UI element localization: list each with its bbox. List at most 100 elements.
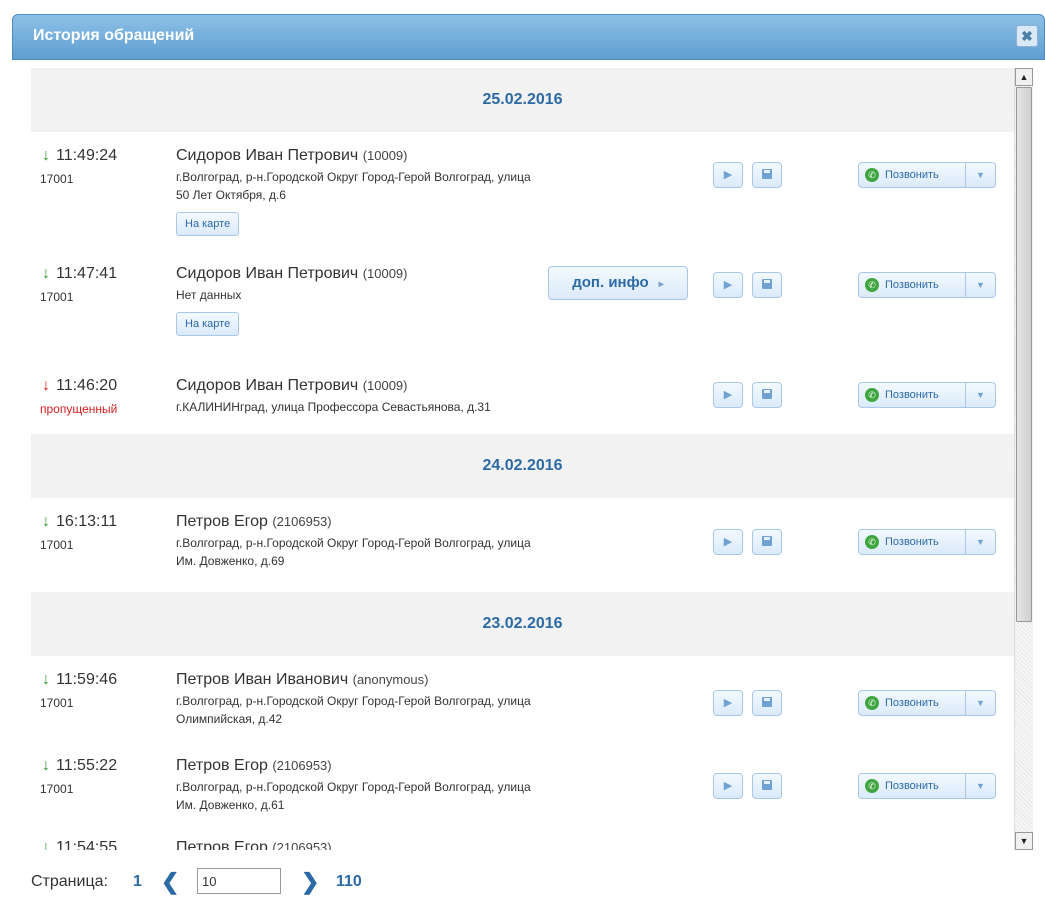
date-header: 25.02.2016	[31, 68, 1014, 132]
call-options-dropdown[interactable]: ▼	[966, 773, 996, 799]
close-icon: ✖	[1021, 28, 1033, 44]
phone-icon: ✆	[865, 278, 879, 292]
play-recording-button[interactable]: ▶	[713, 162, 743, 188]
caller-name: Петров Егор (2106953)	[176, 513, 332, 531]
save-recording-button[interactable]	[752, 773, 782, 799]
caller-name: Петров Иван Иванович (anonymous)	[176, 671, 429, 689]
extension-number: 17001	[40, 538, 74, 552]
caller-name: Сидоров Иван Петрович (10009)	[176, 265, 408, 283]
missed-status-label: пропущенный	[40, 402, 118, 416]
caller-name-value: Петров Егор	[176, 513, 268, 530]
call-options-dropdown[interactable]: ▼	[966, 162, 996, 188]
chevron-down-icon: ▼	[976, 390, 985, 400]
call-button-label: Позвонить	[885, 780, 939, 792]
caller-number: (10009)	[362, 378, 408, 393]
call-options-dropdown[interactable]: ▼	[966, 272, 996, 298]
first-page-link[interactable]: 1	[133, 873, 142, 891]
incoming-call-arrow-icon: ↓	[42, 513, 50, 530]
play-recording-button[interactable]: ▶	[713, 690, 743, 716]
call-time-value: 11:49:24	[56, 147, 118, 164]
date-header: 23.02.2016	[31, 592, 1014, 656]
call-button[interactable]: ✆ Позвонить	[858, 272, 966, 298]
call-button-label: Позвонить	[885, 697, 939, 709]
address-line: 50 Лет Октября, д.6	[176, 188, 286, 202]
address-line: Им. Довженко, д.69	[176, 554, 285, 568]
call-options-dropdown[interactable]: ▼	[966, 690, 996, 716]
next-page-icon[interactable]: ❯	[301, 869, 319, 895]
caller-name-value: Петров Егор	[176, 757, 268, 774]
date-header: 24.02.2016	[31, 434, 1014, 498]
play-icon: ▶	[723, 697, 733, 709]
address-line: г.Волгоград, р-н.Городской Округ Город-Г…	[176, 536, 531, 550]
dialog-titlebar: История обращений ✖	[12, 14, 1045, 60]
call-button[interactable]: ✆ Позвонить	[858, 690, 966, 716]
incoming-call-arrow-icon: ↓	[42, 757, 50, 774]
play-recording-button[interactable]: ▶	[713, 529, 743, 555]
floppy-disk-icon	[762, 536, 772, 546]
phone-icon: ✆	[865, 535, 879, 549]
call-button-group: ✆ Позвонить ▼	[858, 773, 996, 799]
call-row: ↓11:54:55Петров Егор (2106953)▶✆Позвонит…	[31, 824, 1014, 850]
call-time-value: 11:54:55	[56, 839, 118, 850]
close-button[interactable]: ✖	[1016, 25, 1038, 47]
caller-address: г.Волгоград, р-н.Городской Округ Город-Г…	[176, 534, 616, 570]
caller-name: Сидоров Иван Петрович (10009)	[176, 377, 408, 395]
call-button[interactable]: ✆ Позвонить	[858, 773, 966, 799]
pagination-label: Страница:	[31, 873, 108, 890]
call-button[interactable]: ✆ Позвонить	[858, 382, 966, 408]
call-time: ↓ 16:13:11	[42, 513, 117, 531]
call-button[interactable]: ✆ Позвонить	[858, 162, 966, 188]
play-icon: ▶	[723, 279, 733, 291]
scrollbar-thumb[interactable]	[1016, 87, 1032, 622]
vertical-scrollbar[interactable]: ▲ ▼	[1014, 68, 1033, 850]
save-recording-button[interactable]	[752, 272, 782, 298]
call-options-dropdown[interactable]: ▼	[966, 382, 996, 408]
play-recording-button[interactable]: ▶	[713, 773, 743, 799]
scroll-down-button[interactable]: ▼	[1015, 832, 1033, 850]
show-on-map-button[interactable]: На карте	[176, 212, 240, 236]
play-icon: ▶	[723, 780, 733, 792]
save-recording-button[interactable]	[752, 382, 782, 408]
caller-number: (2106953)	[272, 758, 332, 773]
play-recording-button[interactable]: ▶	[713, 272, 743, 298]
call-button-group: ✆ Позвонить ▼	[858, 382, 996, 408]
more-info-button[interactable]: доп. инфо ▸	[548, 266, 688, 300]
save-recording-button[interactable]	[752, 162, 782, 188]
floppy-disk-icon	[762, 780, 772, 790]
floppy-disk-icon	[762, 389, 772, 399]
caller-number: (10009)	[362, 148, 408, 163]
address-line: г.Волгоград, р-н.Городской Округ Город-Г…	[176, 170, 531, 184]
address-line: г.КАЛИНИНград, улица Профессора Севастья…	[176, 400, 491, 414]
save-recording-button[interactable]	[752, 529, 782, 555]
call-time: ↓ 11:47:41	[42, 265, 117, 283]
call-button-label: Позвонить	[885, 169, 939, 181]
call-button-group: ✆ Позвонить ▼	[858, 272, 996, 298]
scroll-down-icon: ▼	[1019, 836, 1029, 846]
call-list[interactable]: 25.02.2016 ↓ 11:49:24 17001 Сидоров Иван Пет…	[31, 68, 1014, 850]
chevron-down-icon: ▼	[976, 170, 985, 180]
chevron-down-icon: ▼	[976, 698, 985, 708]
call-time: ↓ 11:46:20	[42, 377, 117, 395]
scroll-up-button[interactable]: ▲	[1015, 68, 1033, 86]
call-options-dropdown[interactable]: ▼	[966, 529, 996, 555]
extension-number: 17001	[40, 172, 74, 186]
more-info-label: доп. инфо	[572, 274, 649, 291]
show-on-map-button[interactable]: На карте	[176, 312, 240, 336]
call-time-value: 11:46:20	[56, 377, 118, 394]
call-button[interactable]: ✆ Позвонить	[858, 529, 966, 555]
play-icon: ▶	[723, 169, 733, 181]
caller-name: Петров Егор (2106953)	[176, 757, 332, 775]
last-page-link[interactable]: 110	[336, 873, 362, 891]
phone-icon: ✆	[865, 696, 879, 710]
page-number-input[interactable]	[197, 868, 281, 894]
chevron-down-icon: ▼	[976, 781, 985, 791]
save-recording-button[interactable]	[752, 690, 782, 716]
chevron-down-icon: ▼	[976, 280, 985, 290]
caller-address: г.Волгоград, р-н.Городской Округ Город-Г…	[176, 692, 616, 728]
call-row: ↓ 11:59:46 17001 Петров Иван Иванович (anon…	[31, 656, 1014, 742]
caller-number: (10009)	[362, 266, 408, 281]
incoming-call-arrow-icon: ↓	[42, 265, 50, 282]
prev-page-icon[interactable]: ❮	[161, 869, 179, 895]
address-line: Им. Довженко, д.61	[176, 798, 285, 812]
play-recording-button[interactable]: ▶	[713, 382, 743, 408]
